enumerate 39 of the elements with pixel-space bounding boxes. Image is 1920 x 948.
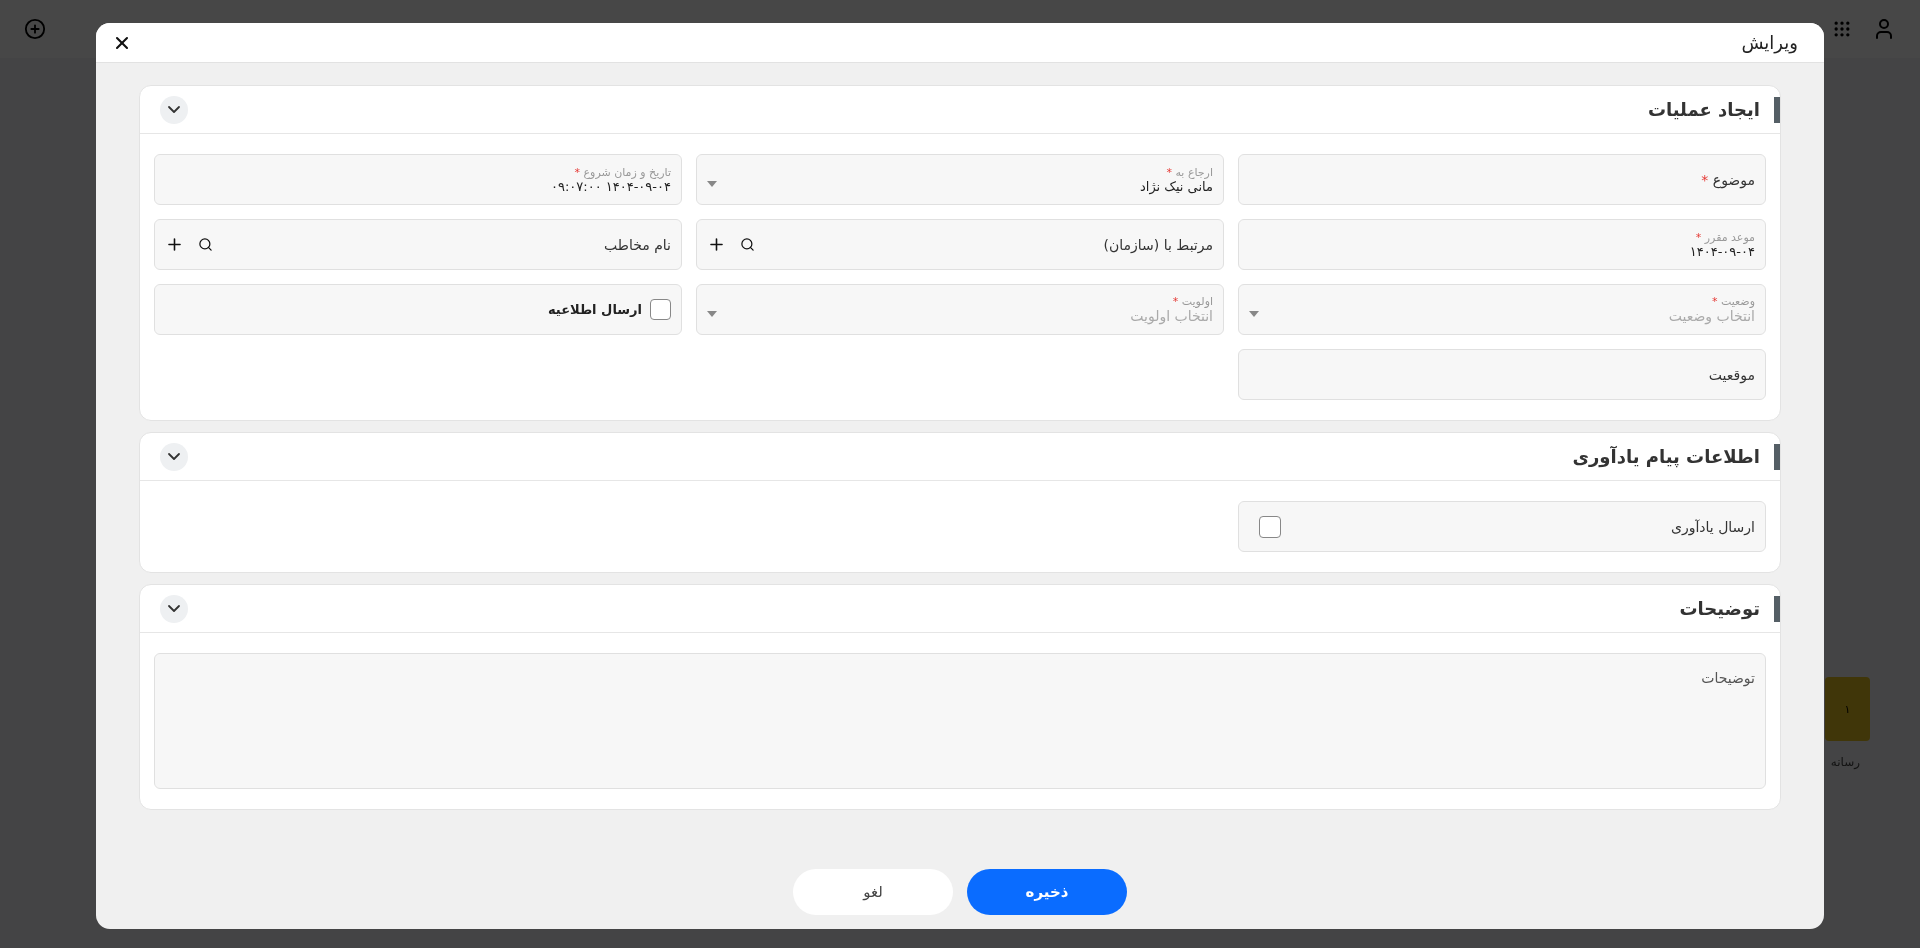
text-field[interactable]: موقعیت	[1238, 349, 1766, 400]
section-title: توضیحات	[1679, 595, 1780, 622]
collapse-button[interactable]	[160, 594, 188, 623]
chevron-down-icon	[168, 453, 180, 460]
chevron-down-icon	[168, 605, 180, 612]
search-button[interactable]	[740, 237, 755, 252]
cancel-button[interactable]: لغو	[793, 869, 953, 915]
select-field[interactable]: ارجاع به * مانی نیک نژاد	[696, 154, 1224, 205]
caret-icon	[707, 181, 717, 187]
lookup-field[interactable]: مرتبط با (سازمان)	[696, 219, 1224, 270]
section-title: ایجاد عملیات	[1647, 96, 1780, 123]
checkbox-field: ارسال اطلاعیه	[154, 284, 682, 335]
text-field[interactable]: تاریخ و زمان شروع * ۱۴۰۴-۰۹-۰۴ ۰۹:۰۷:۰۰	[154, 154, 682, 205]
caret-icon	[707, 311, 717, 317]
select-field[interactable]: اولویت * انتخاب اولویت	[696, 284, 1224, 335]
search-button[interactable]	[198, 237, 213, 252]
collapse-button[interactable]	[160, 442, 188, 471]
field-label: موعد مقرر *	[1694, 230, 1755, 244]
add-button[interactable]	[165, 235, 184, 254]
checkbox[interactable]	[1259, 515, 1281, 538]
field-label: اولویت *	[1171, 295, 1213, 308]
select-field[interactable]: وضعیت * انتخاب وضعیت	[1238, 284, 1766, 335]
dialog-title: ویرایش	[1741, 32, 1798, 53]
text-field[interactable]: موعد مقرر * ۱۴۰۴-۰۹-۰۴	[1238, 219, 1766, 270]
chevron-down-icon	[168, 106, 180, 113]
collapse-button[interactable]	[160, 95, 188, 124]
checkbox-field: ارسال یادآوری	[1238, 501, 1766, 552]
field-label: تاریخ و زمان شروع *	[573, 165, 671, 179]
caret-icon	[1249, 311, 1259, 317]
checkbox[interactable]	[650, 299, 671, 320]
bar-value: ۱	[1844, 702, 1851, 716]
section-title: اطلاعات پیام یادآوری	[1572, 443, 1780, 470]
field-label: وضعیت *	[1710, 295, 1755, 308]
add-button[interactable]	[707, 235, 726, 254]
description-field[interactable]: توضیحات	[154, 653, 1766, 789]
lookup-field[interactable]: نام مخاطب	[154, 219, 682, 270]
text-field[interactable]: موضوع *	[1238, 154, 1766, 205]
save-button[interactable]: ذخیره	[967, 869, 1127, 915]
field-label: ارجاع به *	[1165, 165, 1213, 179]
